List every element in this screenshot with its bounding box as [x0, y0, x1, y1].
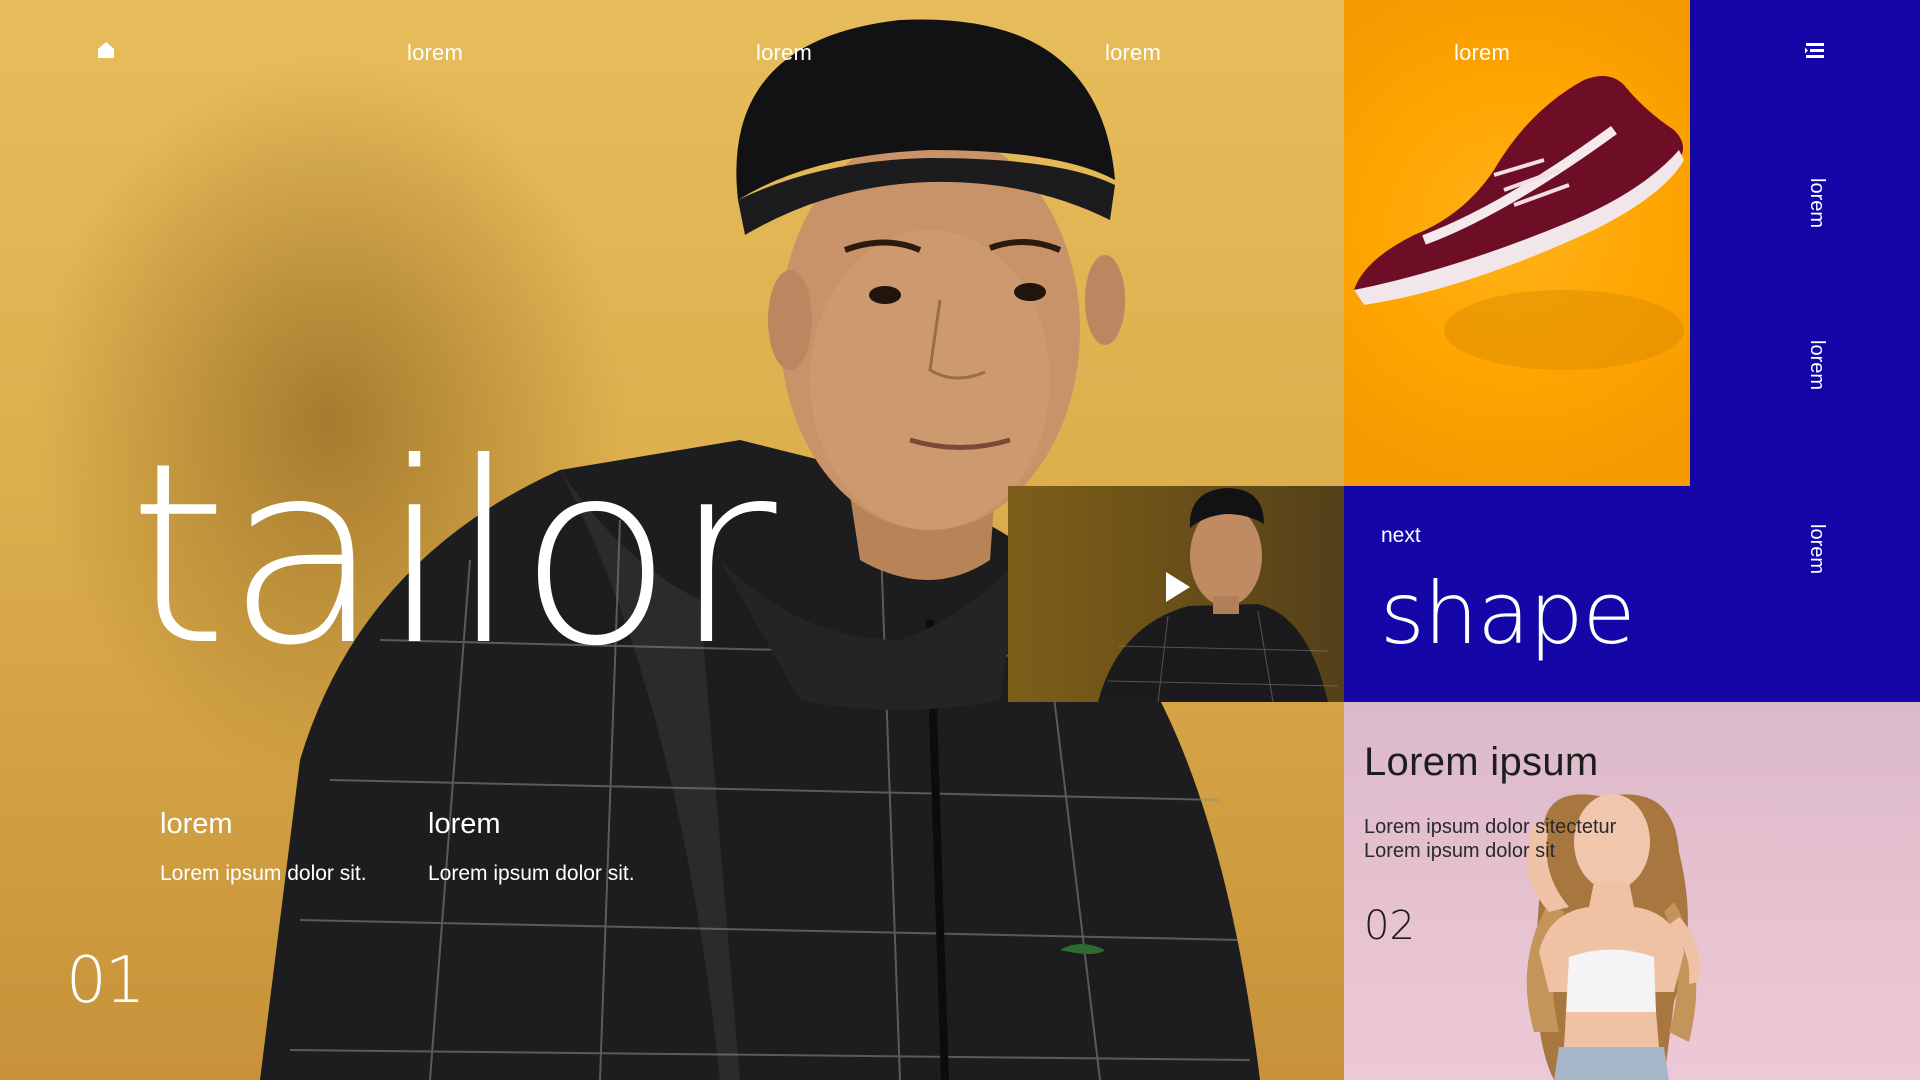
next-label: next: [1381, 524, 1421, 547]
sidebar-link-3[interactable]: lorem: [1805, 524, 1828, 574]
nav-link-4[interactable]: lorem: [1454, 40, 1510, 66]
nav-link-2[interactable]: lorem: [756, 40, 812, 66]
hero-column-label-2: lorem: [428, 808, 501, 840]
nav-link-1[interactable]: lorem: [407, 40, 463, 66]
card-number: 02: [1364, 903, 1415, 949]
sidebar-link-2[interactable]: lorem: [1805, 340, 1828, 390]
play-icon[interactable]: [1164, 570, 1192, 604]
slide-number: 01: [66, 944, 145, 1018]
menu-icon[interactable]: [1804, 42, 1826, 60]
home-icon[interactable]: [96, 40, 116, 60]
card-title: Lorem ipsum: [1364, 740, 1599, 784]
hero-column-label-1: lorem: [160, 808, 233, 840]
card-text-line-2: Lorem ipsum dolor sit: [1364, 840, 1556, 862]
shoe-image: [1354, 76, 1684, 370]
shoe-image-panel[interactable]: [1344, 0, 1690, 486]
next-title[interactable]: shape: [1380, 566, 1636, 662]
sidebar-link-1[interactable]: lorem: [1805, 178, 1828, 228]
hero-column-text-1: Lorem ipsum dolor sit.: [160, 862, 367, 885]
hero-title: tailor: [128, 409, 777, 700]
hero-column-text-2: Lorem ipsum dolor sit.: [428, 862, 635, 885]
card-text-line-1: Lorem ipsum dolor sitectetur: [1364, 816, 1617, 838]
nav-link-3[interactable]: lorem: [1105, 40, 1161, 66]
